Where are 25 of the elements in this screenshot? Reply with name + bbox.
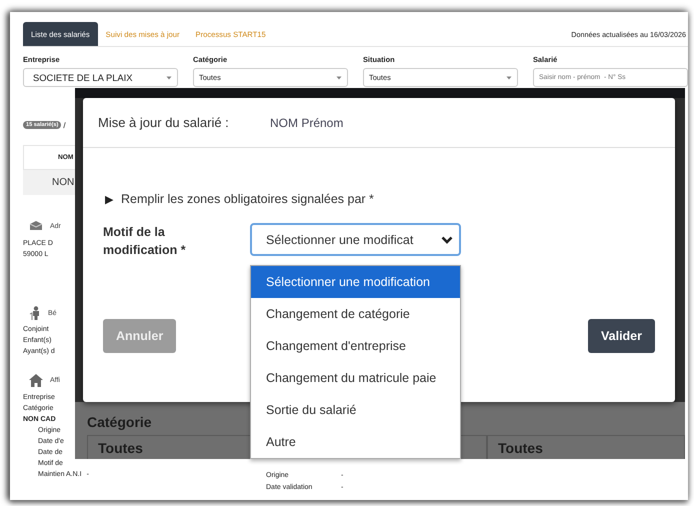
dropdown-option[interactable]: Sortie du salarié (251, 394, 460, 426)
caret-icon (336, 76, 342, 80)
reason-dropdown[interactable]: Sélectionner une modificat (250, 223, 461, 256)
separator-text: / (63, 120, 66, 130)
chevron-down-icon (441, 236, 453, 244)
triangle-icon: ▶ (105, 192, 113, 206)
field-label: Catégorie (87, 414, 153, 431)
dropdown-value: Toutes (98, 440, 143, 456)
dropdown-value: Toutes (498, 440, 543, 456)
house-icon (29, 374, 43, 386)
caret-icon (506, 76, 512, 80)
envelope-icon (29, 221, 43, 231)
filter-dropdown[interactable]: SOCIETE DE LA PLAIX (23, 68, 178, 87)
dropdown-option[interactable]: Changement d'entreprise (251, 330, 460, 362)
modal-title: Mise à jour du salarié : (98, 115, 230, 130)
action-button[interactable]: Valider (588, 319, 655, 353)
dropdown-option[interactable]: Changement de catégorie (251, 298, 460, 330)
dropdown-option[interactable]: Sélectionner une modification (251, 266, 460, 298)
employee-name: NOM Prénom (270, 116, 344, 130)
field-label: Motif de la modification * (103, 224, 187, 259)
caret-icon (166, 76, 172, 80)
dropdown-option[interactable]: Autre (251, 426, 460, 458)
dropdown-option[interactable]: Changement du matricule paie (251, 362, 460, 394)
instruction-text: Remplir les zones obligatoires signalées par * (121, 192, 374, 206)
person-icon (29, 306, 41, 320)
